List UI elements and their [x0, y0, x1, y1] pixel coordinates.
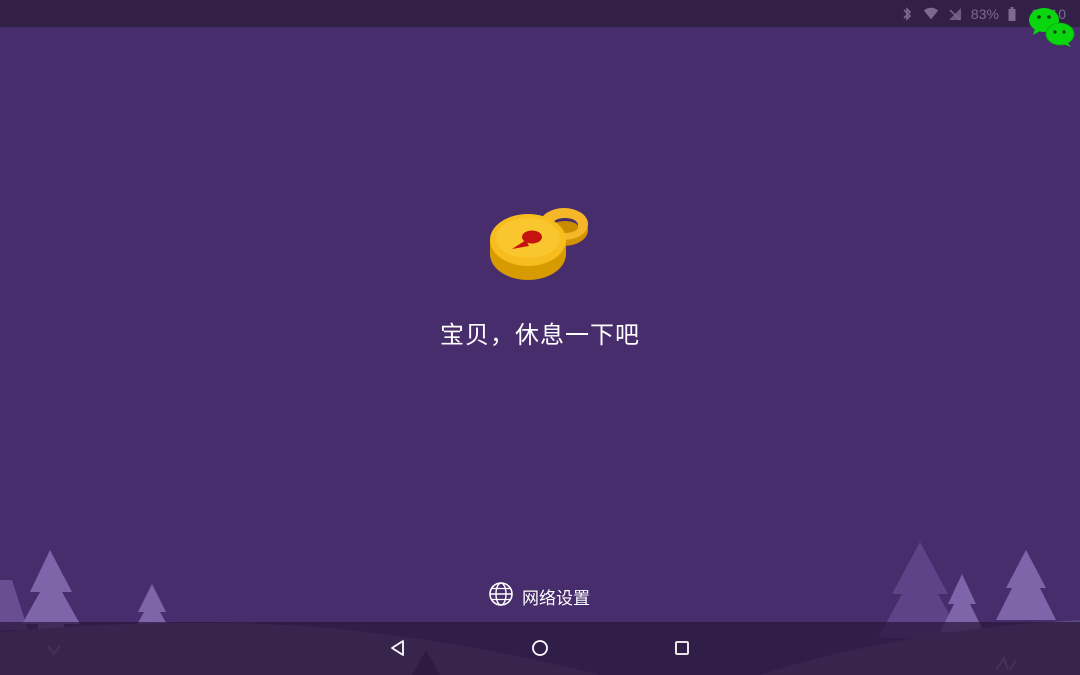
signal-icon	[947, 6, 963, 22]
navigation-bar	[0, 622, 1080, 675]
home-icon	[532, 640, 548, 656]
status-bar: 83% 16:10	[0, 0, 1080, 27]
battery-icon	[1007, 6, 1023, 22]
back-icon	[391, 640, 404, 656]
lock-screen: 83% 16:10	[0, 0, 1080, 675]
padlock-icon	[486, 200, 594, 286]
recents-icon	[675, 641, 689, 655]
battery-percentage: 83%	[970, 5, 999, 22]
bluetooth-icon	[899, 6, 915, 22]
network-settings-label: 网络设置	[522, 588, 590, 609]
back-button[interactable]	[382, 634, 414, 662]
home-button[interactable]	[524, 634, 556, 662]
rest-message: 宝贝，休息一下吧	[440, 321, 640, 349]
network-settings-button[interactable]: 网络设置	[488, 582, 590, 610]
wifi-icon	[923, 6, 939, 22]
wechat-icon[interactable]	[1027, 5, 1077, 49]
recents-button[interactable]	[666, 634, 698, 662]
globe-icon	[488, 581, 514, 611]
